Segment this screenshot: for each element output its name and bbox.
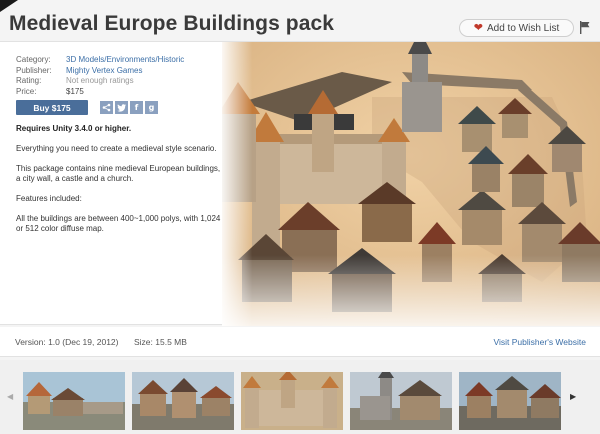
publisher-website-link[interactable]: Visit Publisher's Website [494, 337, 587, 347]
meta-row-category: Category: 3D Models/Environments/Histori… [16, 55, 184, 66]
corner-decoration [0, 0, 18, 12]
wishlist-label: Add to Wish List [486, 22, 560, 34]
price-label: Price: [16, 86, 37, 96]
description-para: This package contains nine medieval Euro… [16, 164, 221, 183]
medieval-town-render [222, 42, 600, 326]
product-panel: Category: 3D Models/Environments/Histori… [0, 41, 600, 326]
share-icons: f g [100, 101, 158, 114]
gallery-thumbnail[interactable] [132, 372, 234, 430]
twitter-icon[interactable] [115, 101, 128, 114]
add-to-wishlist-button[interactable]: ❤ Add to Wish List [459, 19, 574, 37]
page-title: Medieval Europe Buildings pack [9, 12, 335, 35]
description-para: All the buildings are between 400~1,000 … [16, 214, 221, 233]
version-text: Version: 1.0 (Dec 19, 2012) [15, 337, 119, 347]
rating-label: Rating: [16, 76, 42, 85]
category-link[interactable]: 3D Models/Environments/Historic [66, 55, 184, 66]
meta-row-price: Price: $175 [16, 87, 184, 98]
size-text: Size: 15.5 MB [134, 337, 187, 347]
screenshot-gallery: ◀ ▶ [0, 360, 600, 434]
hero-image[interactable] [222, 42, 600, 326]
share-icon[interactable] [100, 101, 113, 114]
package-info-bar: Version: 1.0 (Dec 19, 2012) Size: 15.5 M… [0, 327, 600, 357]
description-para: Features included: [16, 194, 82, 203]
gallery-thumbnail[interactable] [241, 372, 343, 430]
gallery-thumbnail[interactable] [23, 372, 125, 430]
meta-row-publisher: Publisher: Mighty Vertex Games [16, 66, 184, 77]
product-meta: Category: 3D Models/Environments/Histori… [16, 55, 184, 97]
rating-value: Not enough ratings [66, 76, 134, 85]
meta-row-rating: Rating: Not enough ratings [16, 76, 184, 87]
gallery-thumbnail[interactable] [459, 372, 561, 430]
google-plus-icon[interactable]: g [145, 101, 158, 114]
requirement-text: Requires Unity 3.4.0 or higher. [16, 124, 132, 133]
description: Requires Unity 3.4.0 or higher. Everythi… [16, 124, 221, 244]
buy-button[interactable]: Buy $175 [16, 100, 88, 115]
heart-icon: ❤ [473, 21, 483, 34]
gallery-thumbnail[interactable] [350, 372, 452, 430]
description-para: Everything you need to create a medieval… [16, 144, 217, 153]
publisher-label: Publisher: [16, 65, 52, 75]
facebook-icon[interactable]: f [130, 101, 143, 114]
publisher-link[interactable]: Mighty Vertex Games [66, 66, 142, 77]
flag-icon[interactable] [580, 21, 590, 34]
category-label: Category: [16, 55, 51, 64]
gallery-prev-icon[interactable]: ◀ [7, 392, 13, 401]
gallery-next-icon[interactable]: ▶ [570, 392, 576, 401]
price-value: $175 [66, 86, 84, 96]
